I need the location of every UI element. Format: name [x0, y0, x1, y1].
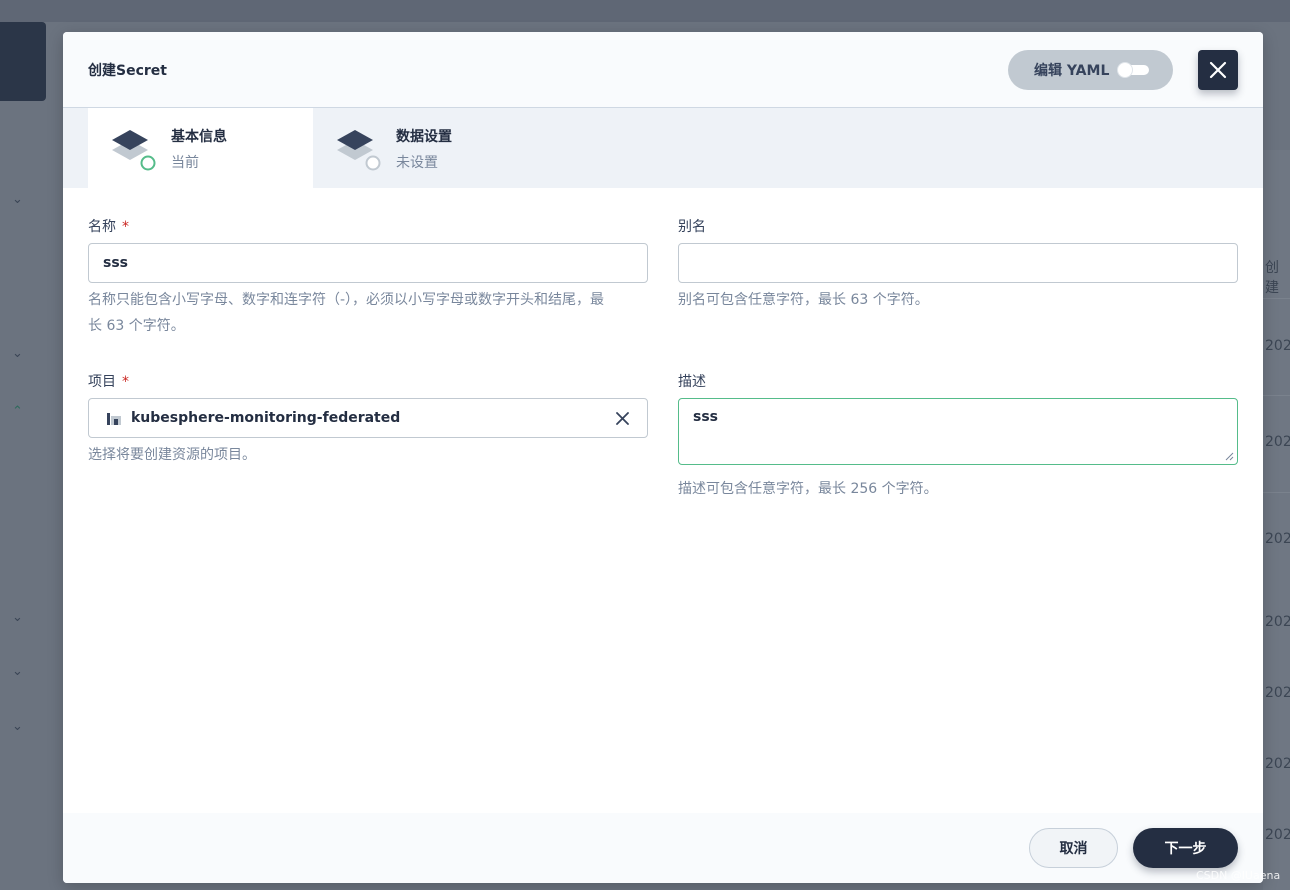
project-label-text: 项目: [88, 374, 116, 390]
next-step-button[interactable]: 下一步: [1133, 828, 1238, 868]
layers-icon: [337, 130, 381, 171]
name-label-text: 名称: [88, 219, 116, 235]
toggle-switch-icon: [1117, 62, 1150, 78]
step-name: 基本信息: [171, 129, 227, 145]
background-row-divider: [1263, 298, 1290, 299]
required-mark: *: [122, 219, 129, 235]
chevron-up-icon: ⌃: [12, 404, 23, 419]
close-button[interactable]: [1198, 50, 1238, 90]
required-mark: *: [122, 374, 129, 390]
project-select[interactable]: kubesphere-monitoring-federated: [88, 398, 648, 438]
background-row-date: 202: [1265, 434, 1290, 450]
background-row-divider: [1263, 492, 1290, 493]
chevron-down-icon: ⌄: [12, 346, 23, 361]
step-name: 数据设置: [396, 129, 452, 145]
layers-icon: [112, 130, 156, 171]
background-topbar: [0, 0, 1290, 22]
description-textarea[interactable]: sss: [678, 398, 1238, 465]
close-icon: [1209, 61, 1227, 79]
edit-yaml-label: 编辑 YAML: [1034, 63, 1110, 79]
project-label: 项目 *: [88, 371, 129, 391]
step-status: 未设置: [396, 155, 438, 171]
alias-input[interactable]: [678, 243, 1238, 283]
steps-bar: 基本信息 当前 数据设置 未设置: [63, 108, 1263, 188]
chevron-down-icon: ⌄: [12, 719, 23, 734]
create-secret-modal: 创建Secret 编辑 YAML 基本信息 当前 数据设置 未设置 名称 * s…: [63, 32, 1263, 883]
background-nav-card: [0, 22, 46, 101]
cancel-button[interactable]: 取消: [1029, 828, 1118, 868]
background-row-date: 202: [1265, 756, 1290, 772]
background-column-header: 创建: [1265, 260, 1279, 296]
name-label: 名称 *: [88, 216, 129, 236]
description-value: sss: [693, 409, 718, 425]
resize-handle-icon[interactable]: [1225, 452, 1234, 461]
alias-hint: 别名可包含任意字符，最长 63 个字符。: [678, 292, 929, 308]
alias-label: 别名: [678, 219, 706, 235]
chevron-down-icon: ⌄: [12, 664, 23, 679]
chevron-down-icon: ⌄: [12, 610, 23, 625]
background-row-date: 202: [1265, 827, 1290, 843]
background-row-divider: [1263, 395, 1290, 396]
background-row-date: 202: [1265, 338, 1290, 354]
edit-yaml-toggle[interactable]: 编辑 YAML: [1008, 50, 1173, 90]
background-row-date: 202: [1265, 531, 1290, 547]
chevron-down-icon: ⌄: [12, 192, 23, 207]
name-hint-line: 名称只能包含小写字母、数字和连字符（-），必须以小写字母或数字开头和结尾，最: [88, 292, 605, 308]
project-hint: 选择将要创建资源的项目。: [88, 447, 256, 463]
background-row-date: 202: [1265, 685, 1290, 701]
name-input[interactable]: sss: [88, 243, 648, 283]
modal-footer: 取消 下一步: [63, 813, 1263, 883]
step-data-settings[interactable]: 数据设置 未设置: [313, 108, 538, 188]
background-row-date: 202: [1265, 614, 1290, 630]
step-basic-info[interactable]: 基本信息 当前: [88, 108, 313, 188]
step-status: 当前: [171, 155, 199, 171]
name-hint: 名称只能包含小写字母、数字和连字符（-），必须以小写字母或数字开头和结尾，最 长…: [88, 287, 653, 339]
description-label: 描述: [678, 374, 706, 390]
clear-icon[interactable]: [616, 412, 629, 425]
name-hint-line: 长 63 个字符。: [88, 318, 185, 334]
modal-header: 创建Secret 编辑 YAML: [63, 32, 1263, 108]
modal-title: 创建Secret: [88, 63, 167, 79]
project-icon: [107, 413, 121, 425]
description-hint: 描述可包含任意字符，最长 256 个字符。: [678, 481, 938, 497]
watermark: CSDN @lUaena: [1196, 869, 1281, 882]
project-value: kubesphere-monitoring-federated: [131, 410, 401, 426]
